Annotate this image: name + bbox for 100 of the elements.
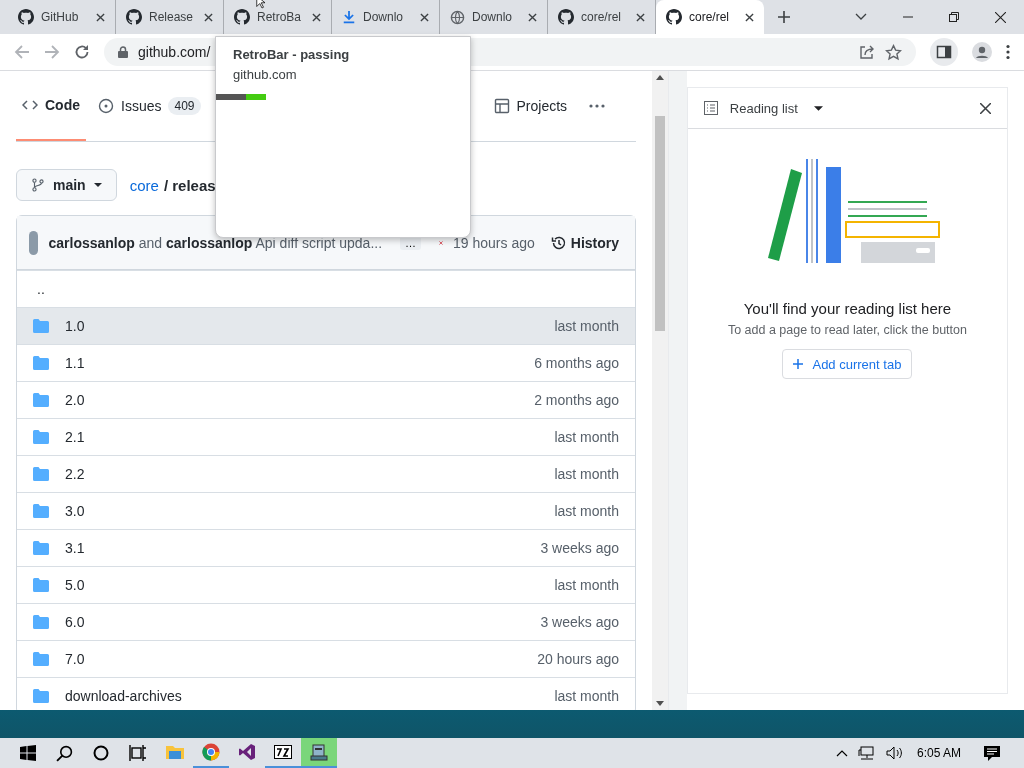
menu-icon[interactable] [1006,44,1010,60]
file-row[interactable]: 2.1 last month [17,418,635,455]
github-icon [666,9,682,25]
browser-tab[interactable]: Downlo [440,0,548,34]
folder-link[interactable]: 2.1 [65,429,85,445]
browser-tab[interactable]: core/rel [656,0,764,34]
notifications-icon[interactable] [984,745,1000,761]
plus-icon [793,359,804,369]
repo-tab[interactable]: Issues 409 [92,71,207,141]
folder-link[interactable]: 1.1 [65,355,85,371]
commit-age: 20 hours ago [537,651,619,667]
commit-age: 2 months ago [534,392,619,408]
circle-icon[interactable] [93,745,109,761]
visual-studio-icon [238,743,256,761]
commit-time: 19 hours ago [453,234,535,251]
history-icon [550,234,567,251]
scroll-up-icon[interactable] [656,75,664,80]
history-link[interactable]: History [550,234,619,251]
hover-card-domain: github.com [233,67,298,82]
close-icon[interactable] [96,12,105,22]
tab-title: GitHub [41,10,80,24]
tab-title: RetroBa [257,10,303,24]
avatar [29,230,39,255]
file-row[interactable]: 1.1 6 months ago [17,344,635,381]
more-icon[interactable] [589,104,606,108]
file-row[interactable]: 3.0 last month [17,492,635,529]
github-icon [126,9,142,25]
panel-dropdown[interactable]: Reading list [729,100,823,116]
file-row[interactable]: 5.0 last month [17,566,635,603]
browser-tab[interactable]: Release [116,0,224,34]
share-icon[interactable] [859,44,875,60]
folder-link[interactable]: 1.0 [65,318,85,334]
close-icon[interactable] [980,102,991,114]
folder-link[interactable]: 3.1 [65,540,85,556]
hover-card-title: RetroBar - passing [233,47,351,62]
file-row[interactable]: 6.0 3 weeks ago [17,603,635,640]
network-icon[interactable] [857,746,876,760]
issue-icon [98,98,114,114]
chevron-icon[interactable] [855,13,867,21]
new-tab-icon[interactable] [778,11,790,23]
scrollbar-thumb[interactable] [655,116,665,331]
taskbar-app-icon [310,743,328,761]
task-view-icon[interactable] [129,745,147,761]
close-icon[interactable] [636,12,645,22]
commit-age: 3 weeks ago [540,614,619,630]
file-row[interactable]: 7.0 20 hours ago [17,640,635,677]
browser-tab[interactable]: Downlo [332,0,440,34]
commit-age: last month [554,503,619,519]
profile-icon[interactable] [972,42,992,62]
close-icon[interactable] [312,12,321,22]
repo-tab[interactable]: Code [16,71,86,141]
empty-state-heading: You'll find your reading list here [743,300,952,317]
chevron-up-icon[interactable] [835,749,848,757]
lock-icon [118,46,128,58]
search-icon[interactable] [56,744,73,762]
file-row[interactable]: 2.2 last month [17,455,635,492]
commit-age: 3 weeks ago [540,540,619,556]
close-icon[interactable] [995,11,1006,23]
repo-tab[interactable]: Projects [487,71,574,141]
commit-age: last month [554,318,619,334]
commit-age: last month [554,688,619,704]
star-icon[interactable] [885,43,902,61]
browser-tab[interactable]: GitHub [8,0,116,34]
parent-directory-link[interactable]: .. [33,281,45,297]
file-row[interactable]: 3.1 3 weeks ago [17,529,635,566]
close-icon[interactable] [745,12,754,22]
folder-icon [33,504,49,518]
branch-button[interactable]: main [16,169,117,201]
folder-link[interactable]: download-archives [65,688,182,704]
folder-icon [33,652,49,666]
windows-start-icon[interactable] [20,745,36,761]
repo-link[interactable]: core [129,176,159,194]
reload-icon[interactable] [74,44,90,60]
folder-link[interactable]: 2.0 [65,392,85,408]
file-row[interactable]: 2.0 2 months ago [17,381,635,418]
tab-title: Downlo [363,10,405,24]
restore-icon[interactable] [949,12,959,22]
volume-icon[interactable] [885,746,902,760]
side-panel-button[interactable] [930,38,958,66]
folder-link[interactable]: 2.2 [65,466,85,482]
empty-state-hint: To add a page to read later, click the button [727,323,967,337]
resize-handle[interactable] [668,71,687,710]
close-icon[interactable] [420,12,429,22]
add-current-tab-button[interactable]: Add current tab [782,349,913,379]
scrollbar[interactable] [652,71,668,710]
globe-icon [450,9,465,25]
close-icon[interactable] [528,12,537,22]
clock-time[interactable]: 6:05 AM [916,746,961,760]
tab-title: core/rel [689,10,730,24]
folder-link[interactable]: 3.0 [65,503,85,519]
folder-icon [33,356,49,370]
file-row[interactable]: 1.0 last month [17,307,635,344]
folder-link[interactable]: 7.0 [65,651,85,667]
folder-link[interactable]: 6.0 [65,614,85,630]
github-icon [18,9,34,25]
commit-age: last month [554,466,619,482]
folder-icon [33,319,49,333]
folder-link[interactable]: 5.0 [65,577,85,593]
close-icon[interactable] [204,12,213,22]
scroll-down-icon[interactable] [656,701,664,706]
